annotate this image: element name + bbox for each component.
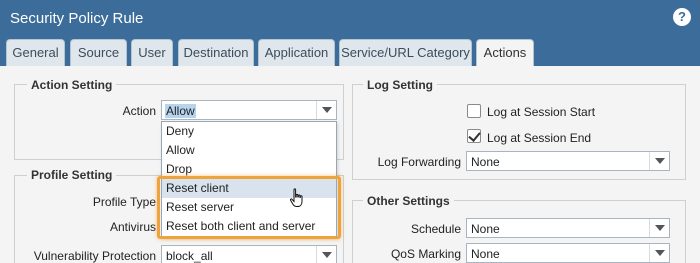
other-settings-legend: Other Settings: [363, 194, 454, 208]
help-icon[interactable]: ?: [673, 8, 691, 26]
tab-application[interactable]: Application: [258, 39, 335, 66]
chevron-down-icon: [322, 107, 332, 113]
dropdown-option-reset-both[interactable]: Reset both client and server: [162, 217, 336, 236]
log-session-start-label: Log at Session Start: [487, 105, 596, 119]
action-select[interactable]: Allow: [161, 100, 337, 120]
profile-type-label: Profile Type: [92, 195, 156, 209]
chevron-down-icon: [655, 250, 665, 256]
vulnerability-protection-value: block_all: [166, 249, 213, 263]
title-bar: Security Policy Rule ?: [0, 0, 700, 36]
log-setting-legend: Log Setting: [363, 78, 437, 92]
schedule-select[interactable]: None: [466, 218, 670, 238]
dropdown-option-deny[interactable]: Deny: [162, 122, 336, 141]
vulnerability-protection-label: Vulnerability Protection: [33, 249, 156, 263]
qos-dropdown-button[interactable]: [649, 244, 669, 262]
qos-marking-label: QoS Marking: [390, 247, 461, 261]
tab-source[interactable]: Source: [70, 39, 127, 66]
dropdown-option-reset-server[interactable]: Reset server: [162, 198, 336, 217]
vuln-dropdown-button[interactable]: [316, 246, 336, 263]
schedule-dropdown-button[interactable]: [649, 219, 669, 237]
log-session-end-checkbox[interactable]: [467, 129, 481, 143]
schedule-label: Schedule: [410, 222, 461, 236]
tab-bar: General Source User Destination Applicat…: [0, 36, 700, 67]
profile-setting-legend: Profile Setting: [27, 168, 117, 182]
action-dropdown-button[interactable]: [316, 101, 336, 119]
chevron-down-icon: [655, 158, 665, 164]
action-dropdown-list: Deny Allow Drop Reset client Reset serve…: [161, 121, 337, 237]
hand-cursor-icon: [289, 188, 303, 207]
dropdown-option-reset-client[interactable]: Reset client: [162, 179, 336, 198]
antivirus-label: Antivirus: [109, 220, 156, 234]
tab-service-url-category[interactable]: Service/URL Category: [339, 39, 472, 66]
action-setting-legend: Action Setting: [27, 78, 117, 92]
dropdown-option-drop[interactable]: Drop: [162, 160, 336, 179]
log-session-start-checkbox[interactable]: [467, 104, 481, 118]
schedule-value: None: [471, 222, 500, 236]
qos-marking-value: None: [471, 247, 500, 261]
vulnerability-protection-select[interactable]: block_all: [161, 245, 337, 263]
dropdown-option-allow[interactable]: Allow: [162, 141, 336, 160]
log-forwarding-label: Log Forwarding: [377, 155, 461, 169]
tab-general[interactable]: General: [6, 39, 65, 66]
chevron-down-icon: [322, 252, 332, 258]
log-session-end-label: Log at Session End: [487, 131, 592, 145]
action-label: Action: [122, 104, 156, 118]
chevron-down-icon: [655, 225, 665, 231]
tab-actions[interactable]: Actions: [476, 39, 534, 67]
tab-destination[interactable]: Destination: [178, 39, 254, 66]
log-forwarding-value: None: [471, 155, 500, 169]
tab-user[interactable]: User: [131, 39, 173, 66]
log-forwarding-select[interactable]: None: [466, 151, 670, 171]
action-select-value: Allow: [165, 104, 196, 118]
qos-marking-select[interactable]: None: [466, 243, 670, 263]
window-title: Security Policy Rule: [10, 10, 144, 27]
log-forwarding-dropdown-button[interactable]: [649, 152, 669, 170]
